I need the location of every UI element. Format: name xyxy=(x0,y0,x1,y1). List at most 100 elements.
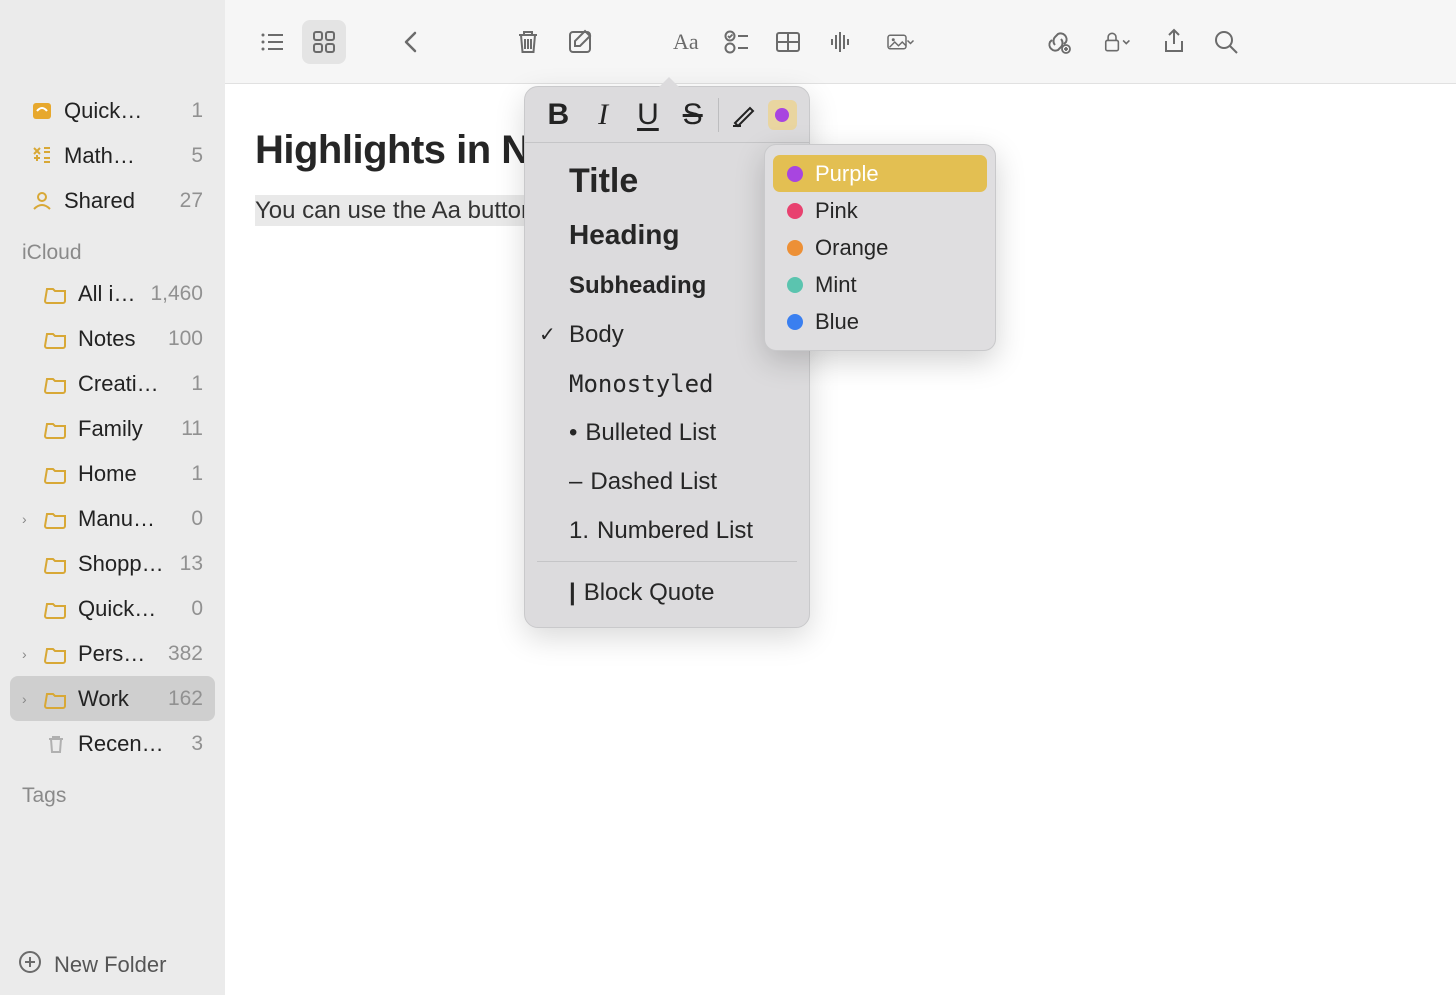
new-folder-label: New Folder xyxy=(54,952,166,978)
italic-button[interactable]: I xyxy=(582,93,625,137)
sidebar-item-recently-deleted[interactable]: Recen… 3 xyxy=(10,721,215,766)
sidebar: Quick… 1 Math… 5 Shared 27 iCloud All i…… xyxy=(0,0,225,995)
bullet-prefix: • xyxy=(569,419,577,447)
bold-button[interactable]: B xyxy=(537,93,580,137)
share-button[interactable] xyxy=(1152,20,1196,64)
new-folder-button[interactable]: New Folder xyxy=(0,935,225,995)
sidebar-folder[interactable]: Creati… 1 xyxy=(10,361,215,406)
sidebar-item-math[interactable]: Math… 5 xyxy=(10,133,215,178)
format-toolbar: B I U S xyxy=(525,87,809,143)
color-swatch-icon xyxy=(787,277,803,293)
sidebar-item-shared[interactable]: Shared 27 xyxy=(10,178,215,223)
chevron-right-icon[interactable]: › xyxy=(22,511,34,527)
style-label: Bulleted List xyxy=(585,419,716,447)
style-label: Subheading xyxy=(569,272,706,300)
folder-icon xyxy=(44,687,68,711)
style-numbered[interactable]: 1. Numbered List xyxy=(525,506,809,555)
block-prefix: | xyxy=(569,579,576,607)
lock-button[interactable] xyxy=(1088,20,1144,64)
sidebar-folder[interactable]: Family 11 xyxy=(10,406,215,451)
style-bulleted[interactable]: • Bulleted List xyxy=(525,408,809,457)
underline-button[interactable]: U xyxy=(627,93,670,137)
style-block-quote[interactable]: | Block Quote xyxy=(525,568,809,617)
format-button[interactable]: Aa xyxy=(662,20,706,64)
sidebar-folder[interactable]: Home 1 xyxy=(10,451,215,496)
style-label: Title xyxy=(569,162,638,201)
dash-prefix: – xyxy=(569,468,582,496)
style-monostyled[interactable]: Monostyled xyxy=(525,359,809,408)
sidebar-item-count: 1 xyxy=(191,372,203,396)
sidebar-folder[interactable]: All i… 1,460 xyxy=(10,271,215,316)
highlight-button[interactable] xyxy=(723,93,766,137)
sidebar-item-label: Work xyxy=(78,686,158,712)
sidebar-folder[interactable]: › Pers… 382 xyxy=(10,631,215,676)
sidebar-item-quicknotes[interactable]: Quick… 1 xyxy=(10,88,215,133)
chevron-right-icon[interactable]: › xyxy=(22,646,34,662)
search-button[interactable] xyxy=(1204,20,1248,64)
sidebar-item-count: 0 xyxy=(191,507,203,531)
style-label: Heading xyxy=(569,219,679,251)
color-option-orange[interactable]: Orange xyxy=(773,229,987,266)
sidebar-folder[interactable]: Notes 100 xyxy=(10,316,215,361)
color-swatch-icon xyxy=(787,166,803,182)
trash-icon xyxy=(44,732,68,756)
sidebar-item-count: 5 xyxy=(191,144,203,168)
color-swatch-icon xyxy=(787,203,803,219)
sidebar-item-count: 1 xyxy=(191,99,203,123)
checklist-button[interactable] xyxy=(714,20,758,64)
chevron-right-icon[interactable]: › xyxy=(22,691,34,707)
sidebar-folder-work[interactable]: › Work 162 xyxy=(10,676,215,721)
checkmark-icon: ✓ xyxy=(539,322,556,347)
divider xyxy=(537,561,797,562)
sidebar-item-label: Shared xyxy=(64,188,170,214)
number-prefix: 1. xyxy=(569,517,589,545)
color-option-blue[interactable]: Blue xyxy=(773,303,987,340)
sidebar-item-label: Creati… xyxy=(78,371,181,397)
sidebar-item-count: 13 xyxy=(180,552,203,576)
color-option-pink[interactable]: Pink xyxy=(773,192,987,229)
sidebar-item-count: 27 xyxy=(180,189,203,213)
delete-button[interactable] xyxy=(506,20,550,64)
folder-icon xyxy=(44,597,68,621)
color-option-mint[interactable]: Mint xyxy=(773,266,987,303)
note-body-selection[interactable]: You can use the Aa button xyxy=(255,195,534,226)
folder-icon xyxy=(44,372,68,396)
sidebar-item-count: 11 xyxy=(181,417,203,441)
sidebar-item-count: 162 xyxy=(168,687,203,711)
sidebar-item-count: 100 xyxy=(168,327,203,351)
color-swatch-icon xyxy=(787,314,803,330)
divider xyxy=(718,98,719,132)
style-label: Block Quote xyxy=(584,579,715,607)
highlight-color-button[interactable] xyxy=(768,100,797,130)
folder-icon xyxy=(44,417,68,441)
new-note-button[interactable] xyxy=(558,20,602,64)
folder-icon xyxy=(44,507,68,531)
sidebar-item-label: Recen… xyxy=(78,731,181,757)
table-button[interactable] xyxy=(766,20,810,64)
gallery-view-button[interactable] xyxy=(302,20,346,64)
math-icon xyxy=(30,144,54,168)
sidebar-item-label: Shopp… xyxy=(78,551,170,577)
color-option-purple[interactable]: Purple xyxy=(773,155,987,192)
sidebar-item-label: Manu… xyxy=(78,506,181,532)
strikethrough-button[interactable]: S xyxy=(671,93,714,137)
media-button[interactable] xyxy=(870,20,930,64)
sidebar-item-label: Quick… xyxy=(64,98,181,124)
sidebar-folder[interactable]: Quick… 0 xyxy=(10,586,215,631)
sidebar-section-icloud[interactable]: iCloud xyxy=(0,223,225,271)
color-label: Purple xyxy=(815,161,879,187)
folder-icon xyxy=(44,327,68,351)
style-dashed[interactable]: – Dashed List xyxy=(525,457,809,506)
audio-button[interactable] xyxy=(818,20,862,64)
folder-icon xyxy=(44,282,68,306)
sidebar-folder[interactable]: Shopp… 13 xyxy=(10,541,215,586)
color-label: Blue xyxy=(815,309,859,335)
sidebar-section-tags[interactable]: Tags xyxy=(0,766,225,814)
link-button[interactable] xyxy=(1036,20,1080,64)
list-view-button[interactable] xyxy=(250,20,294,64)
color-label: Orange xyxy=(815,235,888,261)
back-button[interactable] xyxy=(390,20,434,64)
plus-circle-icon xyxy=(18,950,42,980)
style-label: Numbered List xyxy=(597,517,753,545)
sidebar-folder[interactable]: › Manu… 0 xyxy=(10,496,215,541)
